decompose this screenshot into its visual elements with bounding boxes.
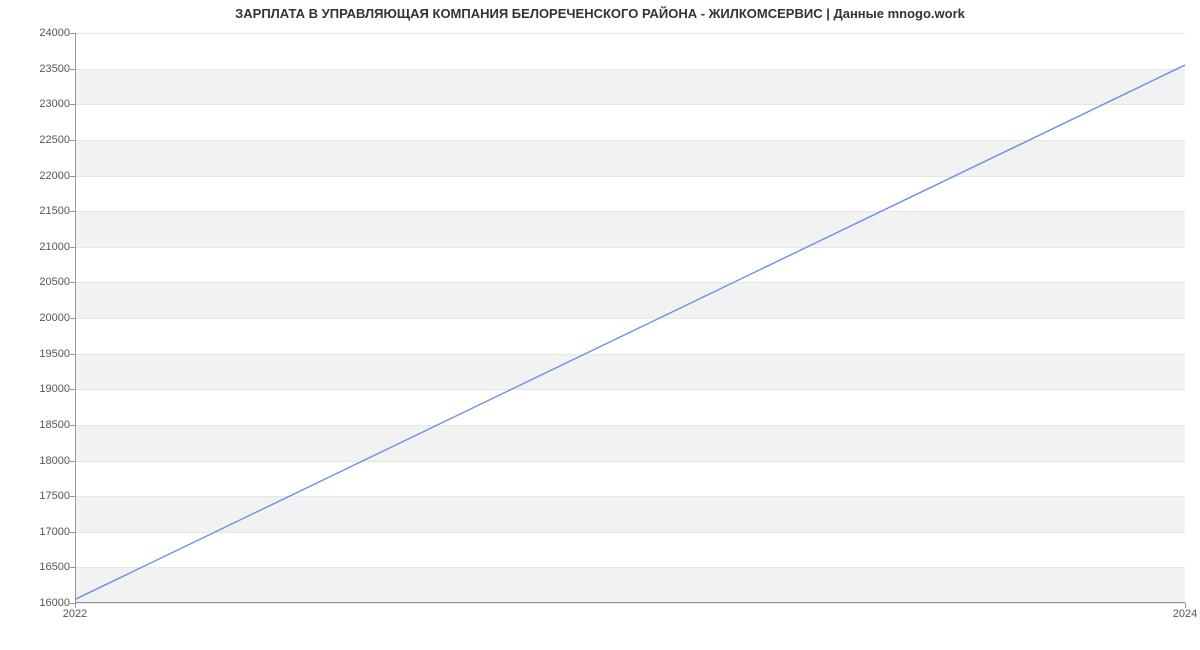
y-tick	[70, 354, 75, 355]
y-tick-label: 18500	[39, 419, 70, 431]
y-tick	[70, 33, 75, 34]
y-tick-label: 24000	[39, 27, 70, 39]
y-tick-label: 19000	[39, 383, 70, 395]
line-chart: ЗАРПЛАТА В УПРАВЛЯЮЩАЯ КОМПАНИЯ БЕЛОРЕЧЕ…	[0, 0, 1200, 650]
y-tick	[70, 69, 75, 70]
y-tick	[70, 389, 75, 390]
chart-title: ЗАРПЛАТА В УПРАВЛЯЮЩАЯ КОМПАНИЯ БЕЛОРЕЧЕ…	[0, 6, 1200, 21]
salary-line	[75, 65, 1185, 599]
y-tick-label: 22500	[39, 134, 70, 146]
line-series	[75, 33, 1185, 603]
y-tick-label: 21000	[39, 241, 70, 253]
x-tick-label: 2024	[1173, 608, 1197, 620]
y-tick	[70, 532, 75, 533]
y-tick	[70, 282, 75, 283]
y-tick-label: 17500	[39, 490, 70, 502]
y-tick-label: 21500	[39, 205, 70, 217]
y-tick-label: 23000	[39, 98, 70, 110]
y-tick	[70, 567, 75, 568]
y-tick	[70, 318, 75, 319]
y-gridline	[75, 603, 1185, 604]
x-tick-label: 2022	[63, 608, 87, 620]
y-tick	[70, 461, 75, 462]
y-tick	[70, 247, 75, 248]
y-tick-label: 20500	[39, 276, 70, 288]
y-tick	[70, 176, 75, 177]
y-tick-label: 17000	[39, 526, 70, 538]
y-tick	[70, 104, 75, 105]
y-tick	[70, 140, 75, 141]
y-tick-label: 18000	[39, 455, 70, 467]
y-tick-label: 23500	[39, 63, 70, 75]
y-tick-label: 22000	[39, 170, 70, 182]
y-tick	[70, 425, 75, 426]
y-tick	[70, 211, 75, 212]
y-tick-label: 19500	[39, 348, 70, 360]
plot-area	[75, 33, 1185, 603]
y-tick-label: 16500	[39, 561, 70, 573]
y-tick-label: 20000	[39, 312, 70, 324]
y-tick	[70, 496, 75, 497]
